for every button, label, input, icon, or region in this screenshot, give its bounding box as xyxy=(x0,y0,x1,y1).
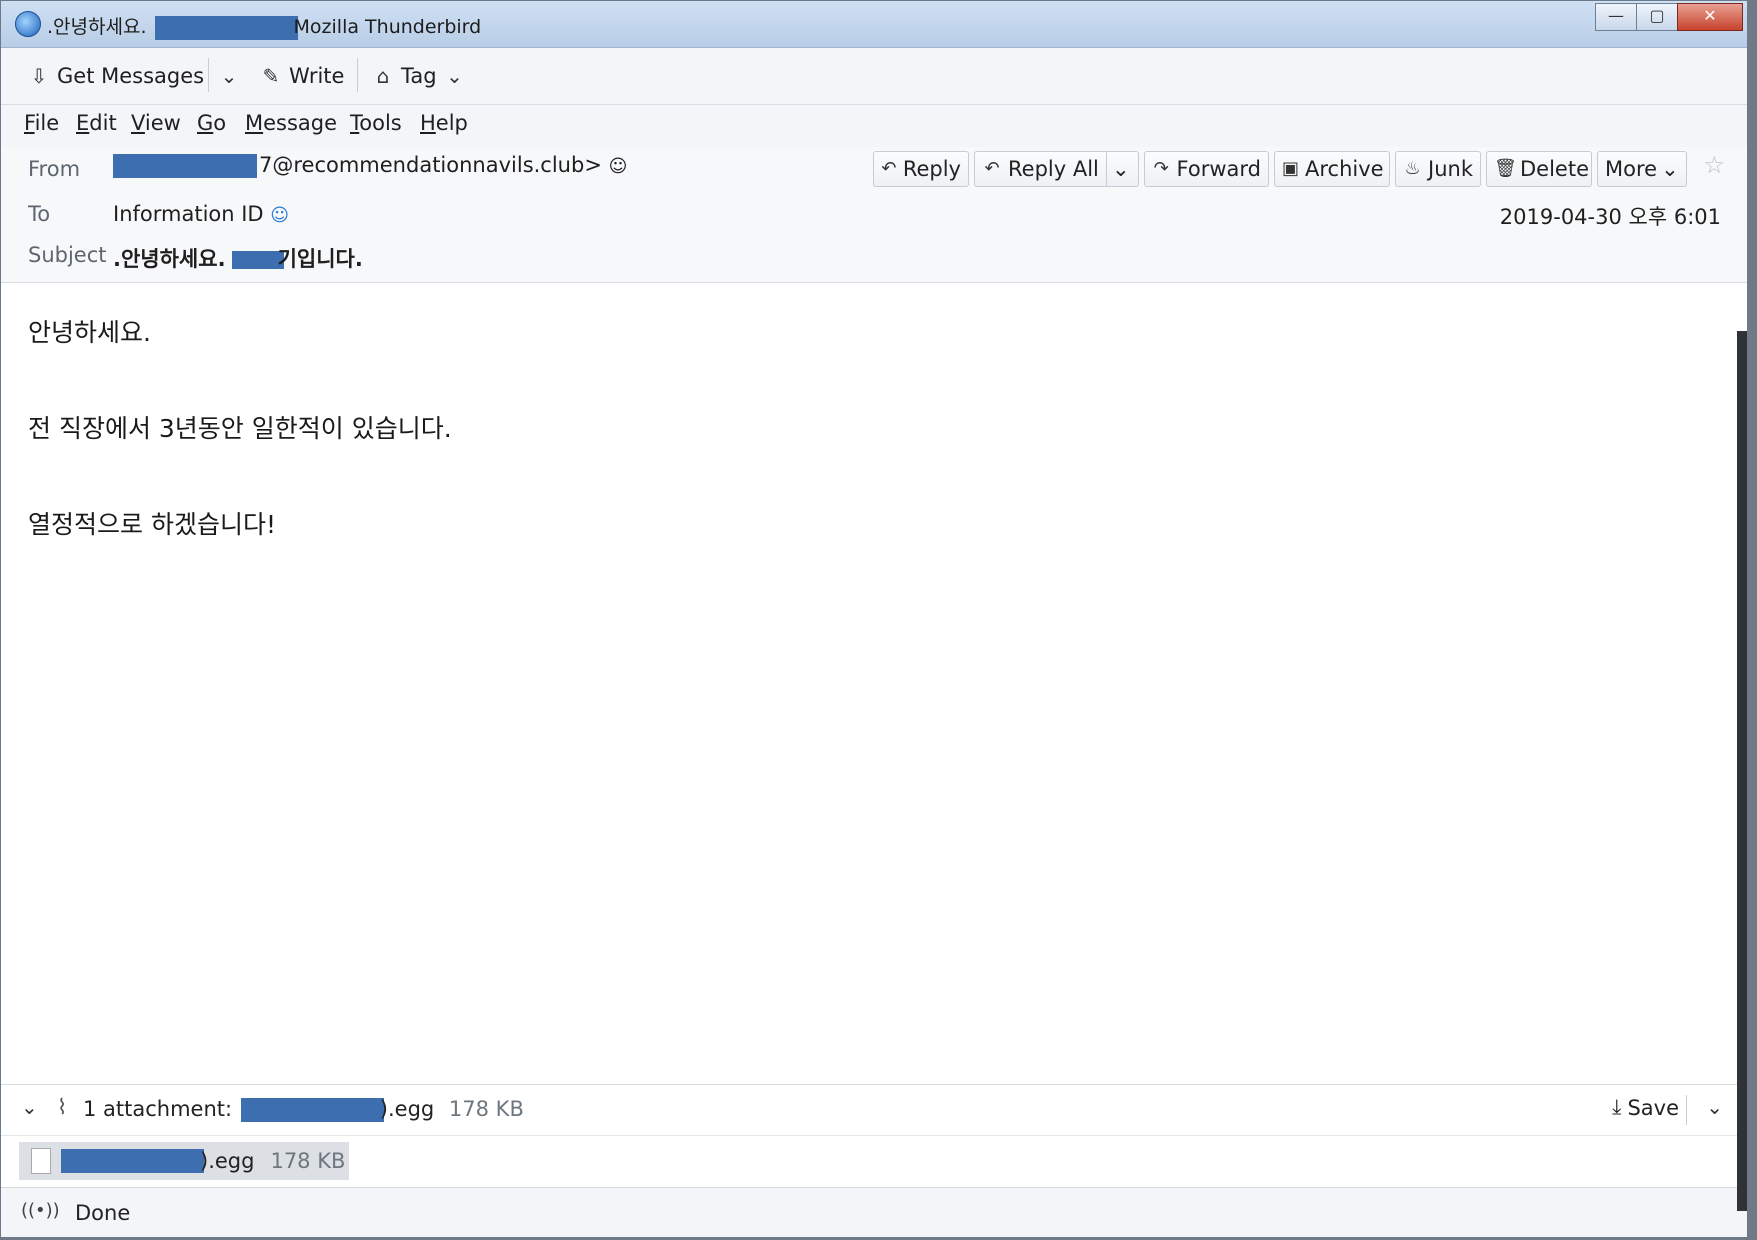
reply-button[interactable]: ↶ Reply xyxy=(873,151,969,187)
forward-label: Forward xyxy=(1176,157,1261,181)
header-actions: ↶ Reply ↶ Reply All ⌄ ↷ Forward ▣ Archiv… xyxy=(1,151,1747,187)
subject-label: Subject xyxy=(28,243,107,267)
menu-tools[interactable]: Tools xyxy=(350,111,402,135)
chevron-down-icon: ⌄ xyxy=(1112,157,1130,181)
close-button[interactable]: ✕ xyxy=(1677,3,1743,31)
forward-icon: ↷ xyxy=(1153,158,1169,179)
connection-icon[interactable]: ((•)) xyxy=(21,1200,60,1221)
menu-go[interactable]: Go xyxy=(197,111,226,135)
more-button[interactable]: More ⌄ xyxy=(1597,151,1687,187)
toolbar-divider xyxy=(208,58,209,92)
attachment-size: 178 KB xyxy=(448,1097,524,1121)
to-label: To xyxy=(28,202,51,226)
get-messages-dropdown[interactable]: ⌄ xyxy=(217,60,247,92)
body-line: 열정적으로 하겠습니다! xyxy=(28,510,276,539)
status-text: Done xyxy=(75,1201,131,1225)
forward-button[interactable]: ↷ Forward xyxy=(1144,151,1269,187)
tag-button[interactable]: ⌂ Tag ⌄ xyxy=(371,60,467,92)
save-dropdown-chevron-icon[interactable]: ⌄ xyxy=(1706,1095,1723,1119)
menu-bar: File Edit View Go Message Tools Help xyxy=(1,105,1747,147)
attachment-ext: ).egg xyxy=(379,1097,435,1121)
junk-flame-icon: ♨ xyxy=(1404,158,1421,179)
chevron-down-icon[interactable]: ⌄ xyxy=(21,1095,38,1119)
reply-all-label: Reply All xyxy=(1008,157,1099,181)
to-name: Information ID xyxy=(113,202,264,226)
thunderbird-logo-icon xyxy=(15,11,41,37)
window-edge-shadow xyxy=(1737,331,1747,1211)
window-title: .안녕하세요. Mozilla Thunderbird xyxy=(47,12,481,40)
delete-label: Delete xyxy=(1520,157,1589,181)
toolbar-divider xyxy=(357,58,358,92)
message-body: 안녕하세요. 전 직장에서 3년동안 일한적이 있습니다. 열정적으로 하겠습니… xyxy=(28,313,1708,601)
reply-icon: ↶ xyxy=(881,158,897,179)
redacted-block xyxy=(231,251,284,269)
menu-edit[interactable]: Edit xyxy=(76,111,117,135)
attachment-list: ).egg 178 KB xyxy=(1,1135,1747,1186)
chevron-down-icon: ⌄ xyxy=(220,64,238,88)
delete-button[interactable]: 🗑 Delete xyxy=(1486,151,1592,187)
minimize-button[interactable]: — xyxy=(1595,3,1637,31)
menu-file[interactable]: File xyxy=(24,111,59,135)
get-messages-button[interactable]: ⇩ Get Messages xyxy=(27,60,204,92)
paperclip-icon: ⌇ xyxy=(57,1095,68,1119)
title-bar[interactable]: .안녕하세요. Mozilla Thunderbird — ▢ ✕ xyxy=(1,1,1747,48)
message-header: From 7@recommendationnavils.club> ☺ To I… xyxy=(1,147,1747,283)
tag-label: Tag xyxy=(401,64,437,88)
pencil-icon: ✎ xyxy=(262,64,280,88)
attachment-item-ext: ).egg xyxy=(200,1149,255,1173)
archive-label: Archive xyxy=(1305,157,1384,181)
save-label: Save xyxy=(1627,1095,1679,1120)
attachment-count-label: 1 attachment: xyxy=(83,1097,233,1121)
title-prefix: .안녕하세요. xyxy=(47,16,147,38)
subject-suffix: 기입니다. xyxy=(277,247,363,271)
attachment-summary[interactable]: 1 attachment: ).egg 178 KB xyxy=(83,1097,524,1122)
download-icon: ⤓ xyxy=(1612,1095,1622,1119)
subject-value: .안녕하세요. 기입니다. xyxy=(113,243,363,273)
junk-label: Junk xyxy=(1428,157,1473,181)
tag-icon: ⌂ xyxy=(376,64,390,88)
junk-button[interactable]: ♨ Junk xyxy=(1395,151,1481,187)
body-line: 안녕하세요. xyxy=(28,318,151,347)
menu-message[interactable]: Message xyxy=(245,111,337,135)
get-messages-label: Get Messages xyxy=(57,64,205,88)
reply-all-button[interactable]: ↶ Reply All xyxy=(974,151,1107,187)
redacted-block xyxy=(154,15,298,40)
save-button[interactable]: ⤓ Save xyxy=(1612,1095,1679,1120)
thunderbird-window: .안녕하세요. Mozilla Thunderbird — ▢ ✕ ⇩ Get … xyxy=(0,0,1748,1238)
redacted-block xyxy=(61,1149,204,1173)
trash-icon: 🗑 xyxy=(1494,158,1517,179)
reply-all-dropdown[interactable]: ⌄ xyxy=(1106,151,1139,187)
reply-label: Reply xyxy=(902,157,961,181)
cloud-download-icon: ⇩ xyxy=(30,64,48,88)
message-date: 2019-04-30 오후 6:01 xyxy=(1499,205,1721,229)
archive-icon: ▣ xyxy=(1282,158,1300,179)
redacted-block xyxy=(240,1098,384,1122)
attachment-item[interactable]: ).egg 178 KB xyxy=(19,1142,349,1180)
status-bar: ((•)) Done xyxy=(1,1187,1747,1237)
title-app-name: Mozilla Thunderbird xyxy=(293,16,482,38)
subject-prefix: .안녕하세요. xyxy=(113,247,226,271)
main-toolbar: ⇩ Get Messages ⌄ ✎ Write ⌂ Tag ⌄ xyxy=(1,48,1747,105)
attachment-bar: ⌄ ⌇ 1 attachment: ).egg 178 KB ⤓ Save ⌄ xyxy=(1,1084,1747,1135)
attachment-item-size: 178 KB xyxy=(270,1149,346,1173)
to-value[interactable]: Information ID ☺ xyxy=(113,202,289,226)
save-divider xyxy=(1686,1095,1687,1125)
write-label: Write xyxy=(289,64,345,88)
window-controls: — ▢ ✕ xyxy=(1595,3,1743,31)
contact-icon: ☺ xyxy=(270,205,290,226)
file-icon xyxy=(31,1148,51,1174)
menu-help[interactable]: Help xyxy=(420,111,468,135)
write-button[interactable]: ✎ Write xyxy=(259,60,345,92)
body-line: 전 직장에서 3년동안 일한적이 있습니다. xyxy=(28,414,452,443)
more-label: More xyxy=(1605,157,1658,181)
maximize-button[interactable]: ▢ xyxy=(1636,3,1678,31)
reply-all-icon: ↶ xyxy=(984,158,1000,179)
star-icon[interactable]: ☆ xyxy=(1703,151,1725,179)
menu-view[interactable]: View xyxy=(131,111,181,135)
chevron-down-icon: ⌄ xyxy=(446,64,463,88)
archive-button[interactable]: ▣ Archive xyxy=(1274,151,1390,187)
chevron-down-icon: ⌄ xyxy=(1661,157,1679,181)
